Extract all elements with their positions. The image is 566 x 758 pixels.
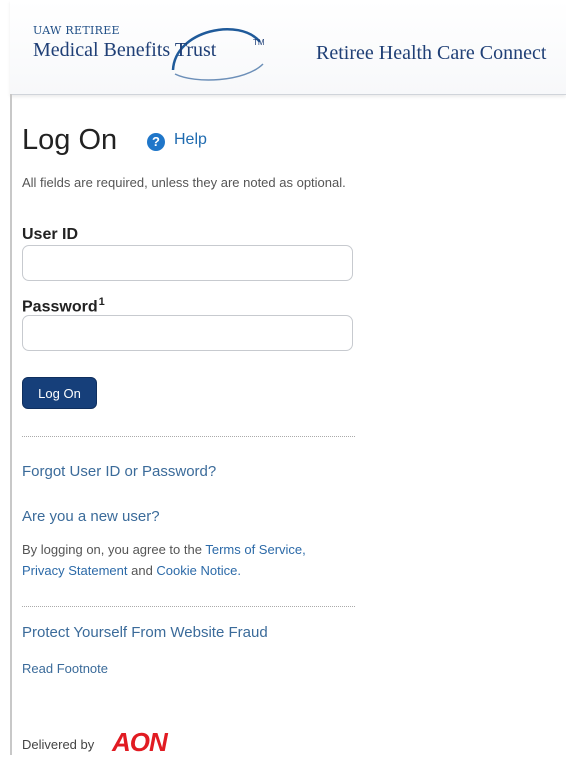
privacy-statement-link[interactable]: Privacy Statement: [22, 563, 128, 578]
login-page: UAW RETIREE Medical Benefits Trust TM Re…: [0, 0, 566, 757]
aon-logo: AON: [112, 727, 168, 757]
password-input[interactable]: [22, 315, 353, 351]
password-label-text: Password: [22, 298, 98, 316]
agreement-text: By logging on, you agree to the Terms of…: [22, 539, 362, 581]
read-footnote-link[interactable]: Read Footnote: [22, 661, 108, 676]
new-user-link[interactable]: Are you a new user?: [22, 508, 160, 525]
section-divider-2: [22, 606, 355, 607]
website-fraud-link[interactable]: Protect Yourself From Website Fraud: [22, 624, 268, 641]
section-divider: [22, 436, 355, 437]
forgot-credentials-link[interactable]: Forgot User ID or Password?: [22, 463, 216, 480]
logo-title: Medical Benefits Trust: [33, 39, 217, 61]
page-title: Log On: [22, 124, 118, 156]
user-id-input[interactable]: [22, 245, 353, 281]
site-tagline: Retiree Health Care Connect: [316, 42, 547, 64]
password-footnote-marker: 1: [98, 296, 105, 308]
required-fields-note: All fields are required, unless they are…: [22, 175, 346, 190]
help-icon[interactable]: ?: [147, 133, 165, 151]
site-header: UAW RETIREE Medical Benefits Trust TM Re…: [10, 0, 566, 95]
log-on-button[interactable]: Log On: [22, 377, 97, 409]
agreement-prefix: By logging on, you agree to the: [22, 542, 206, 557]
terms-of-service-link[interactable]: Terms of Service,: [205, 542, 305, 557]
trademark-mark: TM: [253, 38, 265, 47]
cookie-notice-link[interactable]: Cookie Notice.: [156, 563, 241, 578]
password-label: Password1: [22, 296, 105, 316]
agreement-and: and: [127, 563, 157, 578]
delivered-by-text: Delivered by: [22, 737, 95, 752]
help-link[interactable]: Help: [174, 131, 207, 149]
content-border: [10, 94, 12, 755]
user-id-label: User ID: [22, 226, 79, 243]
logo-subtitle: UAW RETIREE: [33, 24, 120, 37]
